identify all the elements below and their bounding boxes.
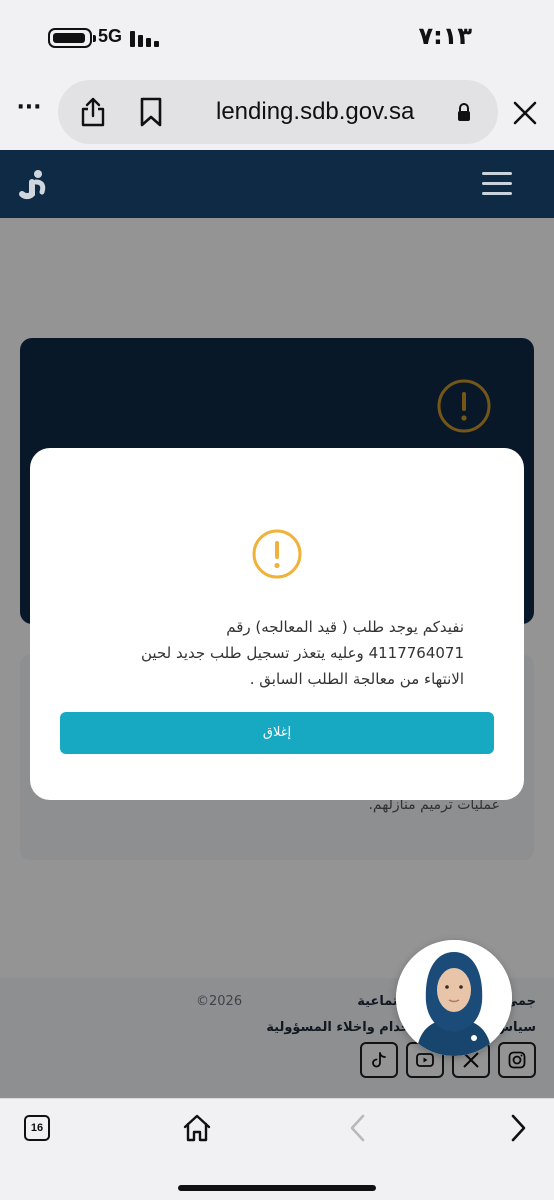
status-time: ٧:١٣ (418, 22, 472, 50)
dialog-message-line: الانتهاء من معالجة الطلب السابق . (249, 670, 464, 688)
dialog-message: نفيدكم يوجد طلب ( قيد المعالجه) رقم 4117… (60, 614, 464, 692)
close-icon[interactable] (510, 98, 540, 128)
home-icon[interactable] (182, 1113, 212, 1143)
assistant-avatar[interactable] (396, 940, 512, 1056)
url-text: lending.sdb.gov.sa (216, 98, 415, 125)
web-page: عمليات ترميم منازلهم. جمي لبنك التنمية ا… (0, 150, 554, 1098)
forward-icon[interactable] (504, 1113, 532, 1143)
network-type: 5G (98, 26, 123, 46)
assistant-avatar-image (396, 940, 512, 1056)
battery-icon (48, 28, 96, 48)
browser-toolbar: 16 (0, 1098, 554, 1200)
hamburger-menu-icon[interactable] (482, 172, 514, 198)
close-button[interactable]: إغلاق (60, 712, 494, 754)
alert-dialog: نفيدكم يوجد طلب ( قيد المعالجه) رقم 4117… (30, 448, 524, 800)
more-options-button[interactable]: ··· (14, 96, 44, 126)
lock-icon (458, 103, 470, 121)
warning-icon (252, 529, 302, 579)
share-icon[interactable] (78, 96, 108, 128)
dialog-message-line: 4117764071 وعليه يتعذر تسجيل طلب جديد لح… (141, 644, 464, 662)
url-field[interactable]: lending.sdb.gov.sa (58, 80, 498, 144)
status-bar: 5G ٧:١٣ (0, 0, 554, 74)
home-indicator (178, 1185, 376, 1191)
bookmark-icon[interactable] (136, 96, 166, 128)
tabs-button[interactable]: 16 (24, 1115, 50, 1141)
site-header (0, 150, 554, 218)
signal-icon (130, 27, 164, 47)
dialog-message-line: نفيدكم يوجد طلب ( قيد المعالجه) رقم (226, 618, 464, 636)
browser-address-bar: ··· lending.sdb.gov.sa (0, 74, 554, 150)
site-logo[interactable] (16, 168, 48, 204)
back-icon[interactable] (344, 1113, 372, 1143)
